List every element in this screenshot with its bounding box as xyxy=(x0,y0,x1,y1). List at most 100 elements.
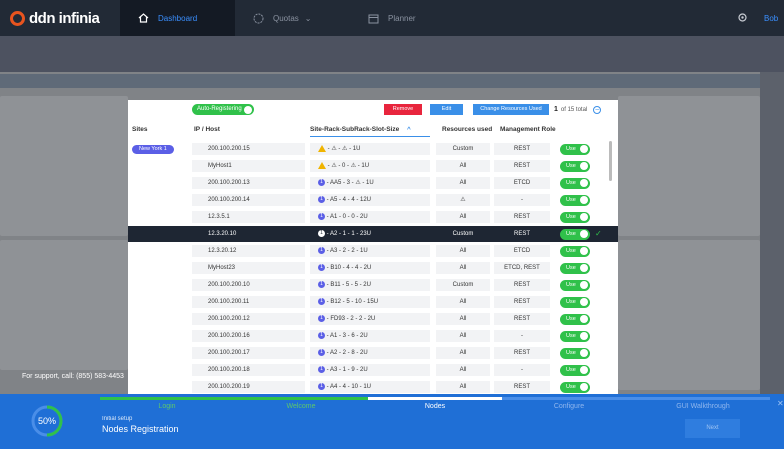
col-header-resources[interactable]: Resources used xyxy=(442,124,492,136)
table-row[interactable]: 200.100.200.13 1 - AA5 - 3 - ⚠ - 1U All ETC… xyxy=(128,175,618,191)
site-pill[interactable]: New York 1 xyxy=(132,145,174,154)
ddn-logo-icon xyxy=(10,10,25,26)
setup-step-gui-walkthrough[interactable]: GUI Walkthrough xyxy=(636,397,770,410)
table-row[interactable]: 200.100.200.14 1 - A5 - 4 - 4 - 12U ⚠ - Use xyxy=(128,192,618,208)
use-toggle[interactable]: Use xyxy=(560,245,590,257)
remove-button[interactable]: Remove xyxy=(384,104,422,115)
cell-resources: All xyxy=(436,296,490,308)
toggle-knob xyxy=(580,213,588,221)
cell-role: REST xyxy=(494,143,550,155)
sort-up-icon: ^ xyxy=(407,126,411,133)
use-toggle[interactable]: Use xyxy=(560,211,590,223)
table-row[interactable]: 200.100.200.17 1 - A2 - 2 - 8 - 2U All REST… xyxy=(128,345,618,361)
backdrop-header xyxy=(0,36,784,72)
setup-step-nodes[interactable]: Nodes xyxy=(368,397,502,410)
cell-location-text: - AA5 - 3 - ⚠ - 1U xyxy=(325,180,374,186)
use-toggle-label: Use xyxy=(566,383,576,390)
cell-role: ETCD xyxy=(494,245,550,257)
cell-role: - xyxy=(494,194,550,206)
user-menu[interactable]: Bob xyxy=(764,14,784,23)
support-text: For support, call: (855) 583-4453 xyxy=(22,373,124,380)
table-scrollbar[interactable] xyxy=(609,141,612,181)
use-toggle[interactable]: Use xyxy=(560,262,590,274)
cell-location: 1 - FD93 - 2 - 2 - 2U xyxy=(310,313,430,325)
use-toggle[interactable]: Use xyxy=(560,194,590,206)
home-icon xyxy=(138,13,149,23)
change-resources-button[interactable]: Change Resources Used xyxy=(473,104,549,115)
top-nav-bar: ddn infinia Dashboard Quotas ⌄ Planner B… xyxy=(0,0,784,36)
more-button[interactable]: – xyxy=(593,106,602,114)
use-toggle[interactable]: Use xyxy=(560,330,590,342)
cell-location-text: - ⚠ - ⚠ - 1U xyxy=(326,146,361,152)
cell-location-text: - A2 - 2 - 8 - 2U xyxy=(325,350,368,356)
table-row[interactable]: New York 1 200.100.200.15 - ⚠ - ⚠ - 1U Cus… xyxy=(128,141,618,157)
backdrop-strip xyxy=(0,74,760,88)
cell-resources: All xyxy=(436,313,490,325)
table-row[interactable]: MyHost23 1 - B10 - 4 - 4 - 2U All ETCD, RES… xyxy=(128,260,618,276)
use-toggle[interactable]: Use xyxy=(560,347,590,359)
use-toggle-label: Use xyxy=(566,349,576,356)
use-toggle[interactable]: Use xyxy=(560,364,590,376)
cell-resources: Custom xyxy=(436,143,490,155)
tab-quotas[interactable]: Quotas ⌄ xyxy=(235,0,350,36)
setup-steps: Login Welcome Nodes Configure GUI Walkthroug… xyxy=(100,397,770,410)
use-toggle[interactable]: Use xyxy=(560,313,590,325)
cell-location: 1 - A5 - 4 - 4 - 12U xyxy=(310,194,430,206)
gear-icon[interactable] xyxy=(737,12,748,25)
use-toggle[interactable]: Use xyxy=(560,296,590,308)
use-toggle[interactable]: Use xyxy=(560,143,590,155)
right-sidebar xyxy=(760,72,784,394)
cell-location-text: - FD93 - 2 - 2 - 2U xyxy=(325,316,376,322)
toggle-knob xyxy=(580,281,588,289)
tab-dashboard[interactable]: Dashboard xyxy=(120,0,235,36)
use-toggle[interactable]: Use xyxy=(560,177,590,189)
col-header-location-label: Site-Rack-SubRack-Slot-Size xyxy=(310,126,400,133)
toggle-knob xyxy=(580,264,588,272)
setup-step-login[interactable]: Login xyxy=(100,397,234,410)
use-toggle[interactable]: Use xyxy=(560,381,590,393)
use-toggle-label: Use xyxy=(566,332,576,339)
toggle-knob xyxy=(580,332,588,340)
table-row[interactable]: 200.100.200.18 1 - A3 - 1 - 9 - 2U All - Use xyxy=(128,362,618,378)
close-icon[interactable]: ✕ xyxy=(777,399,784,408)
cell-ip: 200.100.200.16 xyxy=(192,330,305,342)
cell-resources: All xyxy=(436,160,490,172)
backdrop-panel xyxy=(618,96,760,236)
col-header-sites[interactable]: Sites xyxy=(132,124,148,136)
calendar-icon xyxy=(368,13,379,24)
use-toggle-label: Use xyxy=(566,298,576,305)
tab-planner[interactable]: Planner xyxy=(350,0,465,36)
table-row[interactable]: 12.3.20.12 1 - A3 - 2 - 2 - 1U All ETCD Use xyxy=(128,243,618,259)
use-toggle[interactable]: Use xyxy=(560,228,590,240)
use-toggle[interactable]: Use xyxy=(560,279,590,291)
setup-step-welcome[interactable]: Welcome xyxy=(234,397,368,410)
auto-registering-label: Auto-Registering xyxy=(197,106,242,112)
table-row[interactable]: 12.3.5.1 1 - A1 - 0 - 0 - 2U All REST Use xyxy=(128,209,618,225)
table-row[interactable]: 200.100.200.10 1 - B11 - 5 - 5 - 2U Custom… xyxy=(128,277,618,293)
edit-button[interactable]: Edit xyxy=(430,104,463,115)
col-header-ip[interactable]: IP / Host xyxy=(194,124,220,136)
col-header-role[interactable]: Management Role xyxy=(500,124,556,136)
setup-subtitle: Initial setup xyxy=(102,416,133,422)
use-toggle[interactable]: Use xyxy=(560,160,590,172)
brand-logo[interactable]: ddn infinia xyxy=(10,10,120,27)
cell-resources: ⚠ xyxy=(436,194,490,206)
cell-resources: All xyxy=(436,177,490,189)
table-row[interactable]: MyHost1 - ⚠ - 0 - ⚠ - 1U All REST Use xyxy=(128,158,618,174)
setup-step-configure[interactable]: Configure xyxy=(502,397,636,410)
use-toggle-label: Use xyxy=(566,196,576,203)
table-row[interactable]: 200.100.200.11 1 - B12 - 5 - 10 - 15U All R… xyxy=(128,294,618,310)
col-header-location[interactable]: Site-Rack-SubRack-Slot-Size ^ xyxy=(310,124,430,137)
table-row[interactable]: 12.3.20.10 1 - A2 - 1 - 1 - 23U Custom REST… xyxy=(128,226,618,242)
auto-registering-toggle[interactable]: Auto-Registering xyxy=(192,104,254,115)
cell-resources: All xyxy=(436,330,490,342)
table-row[interactable]: 200.100.200.12 1 - FD93 - 2 - 2 - 2U All RE… xyxy=(128,311,618,327)
table-row[interactable]: 200.100.200.16 1 - A1 - 3 - 6 - 2U All - Use xyxy=(128,328,618,344)
next-button[interactable]: Next xyxy=(685,419,740,438)
cell-location: 1 - B10 - 4 - 4 - 2U xyxy=(310,262,430,274)
toggle-knob xyxy=(580,315,588,323)
table-row[interactable]: 200.100.200.19 1 - A4 - 4 - 10 - 1U All RES… xyxy=(128,379,618,394)
progress-label: 50% xyxy=(38,416,56,426)
cell-ip: 200.100.200.15 xyxy=(192,143,305,155)
cell-ip: 200.100.200.14 xyxy=(192,194,305,206)
